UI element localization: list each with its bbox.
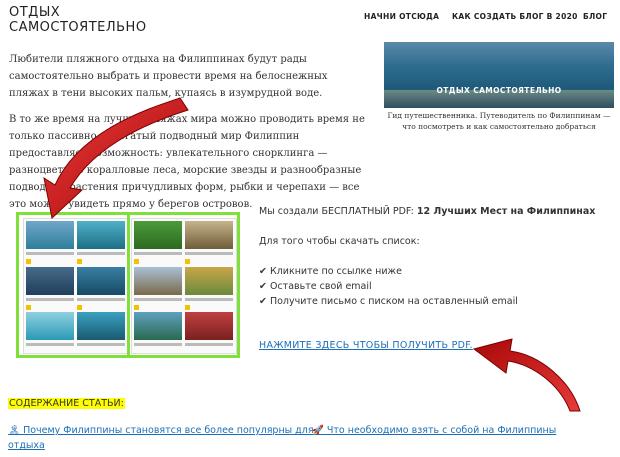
pdf-tile-label (77, 298, 125, 301)
checklist-item: ✔ Оставьте свой email (259, 281, 372, 292)
pdf-tile-label (26, 343, 74, 346)
pdf-page-right (131, 218, 237, 354)
pdf-tile-badge (26, 259, 31, 264)
site-header: ОТДЫХ САМОСТОЯТЕЛЬНО НАЧНИ ОТСЮДА КАК СО… (0, 0, 620, 40)
pdf-divider (127, 215, 130, 355)
pdf-tile-label (185, 298, 233, 301)
pdf-tile-badge (185, 305, 190, 310)
sidebar-image[interactable]: ОТДЫХ САМОСТОЯТЕЛЬНО (384, 42, 614, 108)
pdf-tile-label (134, 252, 182, 255)
get-pdf-link[interactable]: НАЖМИТЕ ЗДЕСЬ ЧТОБЫ ПОЛУЧИТЬ PDF. (259, 340, 473, 351)
pdf-tile (77, 312, 125, 340)
pdf-tile (26, 312, 74, 340)
promo-checklist: ✔ Кликните по ссылке ниже ✔ Оставьте сво… (259, 264, 518, 309)
checklist-item: ✔ Получите письмо с писком на оставленны… (259, 296, 518, 307)
pdf-tile (134, 312, 182, 340)
pdf-tile-badge (185, 259, 190, 264)
pdf-tile-badge (134, 259, 139, 264)
promo-headline-prefix: Мы создали БЕСПЛАТНЫЙ PDF: (259, 206, 417, 217)
sidebar-caption: Гид путешественника. Путеводитель по Фил… (387, 111, 611, 131)
pdf-tile (185, 267, 233, 295)
pdf-tile (77, 267, 125, 295)
pdf-tile-label (77, 343, 125, 346)
site-title-line2: САМОСТОЯТЕЛЬНО (9, 20, 147, 35)
pdf-tile-label (185, 252, 233, 255)
pdf-tile (134, 267, 182, 295)
toc-link-popularity-cont[interactable]: отдыха (8, 440, 45, 451)
pdf-tile-label (134, 343, 182, 346)
pdf-tile (185, 312, 233, 340)
pdf-preview-image[interactable] (16, 212, 240, 358)
pdf-tile-label (185, 343, 233, 346)
nav-create-blog[interactable]: КАК СОЗДАТЬ БЛОГ В 2020 (452, 12, 578, 21)
arrow-left-icon (472, 338, 581, 412)
arrow-down-icon (43, 97, 189, 219)
toc-link-popularity[interactable]: 🏝 Почему Филиппины становятся все более … (8, 425, 314, 436)
pdf-tile-badge (77, 305, 82, 310)
promo-headline-title: 12 Лучших Мест на Филиппинах (416, 206, 596, 217)
promo-headline: Мы создали БЕСПЛАТНЫЙ PDF: 12 Лучших Мес… (259, 206, 595, 217)
pdf-tile-badge (77, 259, 82, 264)
toc-link-packing[interactable]: 🚀 Что необходимо взять с собой на Филипп… (312, 425, 556, 436)
nav-blog[interactable]: БЛОГ (583, 12, 607, 21)
pdf-tile-badge (26, 305, 31, 310)
pdf-tile-label (77, 252, 125, 255)
pdf-tile (26, 267, 74, 295)
promo-instructions: Для того чтобы скачать список: (259, 236, 420, 247)
checklist-item: ✔ Кликните по ссылке ниже (259, 266, 402, 277)
site-title-line1: ОТДЫХ (9, 5, 61, 20)
pdf-tile-badge (134, 305, 139, 310)
sidebar-image-caption: ОТДЫХ САМОСТОЯТЕЛЬНО (436, 86, 562, 95)
nav-start-here[interactable]: НАЧНИ ОТСЮДА (364, 12, 439, 21)
toc-title: СОДЕРЖАНИЕ СТАТЬИ: (8, 398, 125, 409)
pdf-page-left (23, 218, 129, 354)
pdf-tile-label (26, 252, 74, 255)
pdf-tile-label (134, 298, 182, 301)
site-title[interactable]: ОТДЫХ САМОСТОЯТЕЛЬНО (9, 5, 189, 35)
pdf-tile-label (26, 298, 74, 301)
